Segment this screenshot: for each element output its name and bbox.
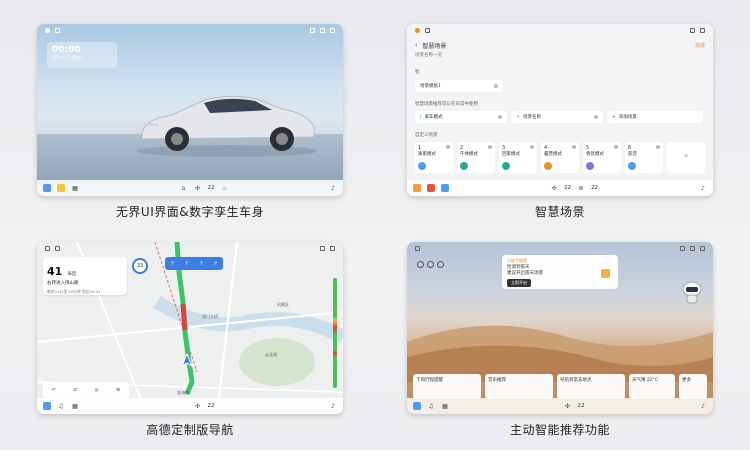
scene-tile[interactable]: 5 香氛模式 — [583, 142, 621, 173]
route-options[interactable]: ↶ ⇄ ◎ ⚙ — [43, 382, 129, 398]
app-icon[interactable] — [413, 184, 421, 192]
widget-card[interactable]: 天气晴 22°C — [629, 374, 675, 399]
exit-icon[interactable]: ↶ — [52, 388, 56, 393]
dune-shapes — [407, 325, 713, 382]
section-label: 智慧场景推荐可以在日常中使用 — [415, 102, 478, 107]
back-icon[interactable]: ‹ — [415, 42, 417, 49]
widget-card[interactable]: 导航到常去地点 — [557, 374, 625, 399]
add-scene-pill[interactable]: + 添加场景 — [607, 111, 703, 123]
assistant-robot-icon[interactable] — [681, 280, 703, 304]
clock-date: 16:00:00 星期六 — [52, 55, 84, 60]
panel-digital-twin: 00:00 16:00:00 星期六 ▦ ⌂ ✣ 22 ♨ ♪ — [37, 24, 343, 196]
temperature-left[interactable]: 22 — [208, 185, 215, 191]
volume-icon[interactable]: ♪ — [699, 403, 707, 410]
panel-smart-recommend: 小助手推荐 检测到雨天 建议开启雨天场景 立即开启 下周行程提醒 音乐推荐 导航… — [407, 242, 713, 414]
page-header: ‹ 智慧场景 — [415, 41, 446, 50]
temperature-left[interactable]: 22 — [564, 185, 571, 191]
app-icon[interactable] — [57, 184, 65, 192]
media-icon[interactable]: ♫ — [57, 403, 65, 410]
dock-bar: ♫ ▦ ✣ 22 ♪ — [407, 398, 713, 414]
scene-pill[interactable]: ☀ 场景名称 — [511, 111, 603, 123]
app-icon[interactable] — [413, 402, 421, 410]
fan-icon[interactable]: ✣ — [564, 403, 572, 410]
quick-icons — [417, 261, 444, 268]
route-icon[interactable]: ⇄ — [73, 388, 77, 393]
recommendation-card[interactable]: 小助手推荐 检测到雨天 建议开启雨天场景 立即开启 — [502, 255, 618, 289]
distance-unit: 米后 — [67, 272, 77, 277]
scene-pill[interactable]: 场景模板1 — [415, 80, 503, 92]
clock-widget[interactable]: 00:00 16:00:00 星期六 — [47, 42, 117, 68]
dock-bar: ♫ ▦ ✣ 22 ♪ — [37, 398, 343, 414]
map-label: 云龙湖 — [265, 352, 277, 357]
clock-time: 00:00 — [52, 45, 81, 55]
overview-icon[interactable]: ◎ — [95, 388, 99, 393]
app-icon[interactable] — [427, 184, 435, 192]
search-icon[interactable] — [417, 261, 424, 268]
volume-icon[interactable]: ♪ — [699, 185, 707, 192]
caption-1: 无界UI界面&数字孪生车身 — [115, 205, 265, 219]
status-bar — [37, 242, 343, 254]
recommend-line-2: 建议开启雨天场景 — [507, 271, 543, 276]
caption-2: 智慧场景 — [534, 205, 585, 219]
volume-icon[interactable]: ♪ — [329, 185, 337, 192]
widget-card[interactable]: 下周行程提醒 — [413, 374, 481, 399]
scene-tile[interactable]: 2 午休模式 — [457, 142, 495, 173]
status-bar — [37, 24, 343, 36]
status-bar — [407, 242, 713, 254]
message-icon[interactable] — [437, 261, 444, 268]
app-icon[interactable] — [43, 184, 51, 192]
app-icon[interactable] — [43, 402, 51, 410]
car-model-image[interactable] — [132, 79, 322, 159]
fan-icon[interactable]: ✣ — [194, 403, 202, 410]
lane-guidance: ↑ ↑ ↑ ↱ — [165, 257, 223, 270]
turn-distance: 41 — [47, 265, 63, 278]
caption-4: 主动智能推荐功能 — [509, 423, 610, 437]
map-label: 风景区 — [277, 302, 289, 307]
widget-card[interactable]: 更多 — [679, 374, 707, 399]
center-control-icon[interactable]: ⊛ — [577, 185, 585, 192]
fan-icon[interactable]: ✣ — [194, 185, 202, 192]
media-icon[interactable]: ♫ — [427, 403, 435, 410]
volume-icon[interactable]: ♪ — [329, 403, 337, 410]
app-icon[interactable] — [441, 184, 449, 192]
settings-icon[interactable]: ⚙ — [116, 388, 120, 393]
user-icon[interactable] — [427, 261, 434, 268]
home-icon[interactable]: ⌂ — [180, 185, 188, 192]
grid-icon[interactable]: ▦ — [441, 403, 449, 410]
trip-info: 剩余21公里 40分钟 到达20:41 — [47, 289, 101, 294]
scene-icon — [601, 269, 610, 278]
recommend-action-button[interactable]: 立即开启 — [507, 279, 531, 287]
seat-icon[interactable]: ♨ — [221, 185, 229, 192]
panel-smart-scene: ‹ 智慧场景 完成 场景名称一览 智 场景模板1 智慧场景推荐可以在日常中使用 … — [407, 24, 713, 196]
speed-limit: 33 — [132, 258, 148, 274]
scene-pill[interactable]: ʃ 离车模式 — [415, 111, 507, 123]
add-tile-button[interactable]: ⊕ — [667, 142, 705, 173]
scene-tile[interactable]: 3 回家模式 — [499, 142, 537, 173]
temperature-left[interactable]: 22 — [578, 403, 585, 409]
dock-bar: ✣ 22 ⊛ 22 ♪ — [407, 180, 713, 196]
section-label: 智 — [415, 70, 420, 75]
temperature-right[interactable]: 22 — [591, 185, 598, 191]
grid-icon[interactable]: ▦ — [71, 185, 79, 192]
scene-tile[interactable]: 6 影音 — [625, 142, 663, 173]
dock-bar: ▦ ⌂ ✣ 22 ♨ ♪ — [37, 180, 343, 196]
scene-tile[interactable]: 1 离家模式 — [415, 142, 453, 173]
caption-3: 高德定制版导航 — [146, 423, 234, 437]
scene-tile[interactable]: 4 露营模式 — [541, 142, 579, 173]
done-button[interactable]: 完成 — [695, 42, 705, 49]
fan-icon[interactable]: ✣ — [550, 185, 558, 192]
turn-guidance-card[interactable]: 41 米后 右转进入佛山路 剩余21公里 40分钟 到达20:41 — [43, 257, 127, 295]
widget-card[interactable]: 音乐推荐 — [485, 374, 553, 399]
section-label: 自定义场景 — [415, 133, 438, 138]
page-title: 智慧场景 — [422, 43, 447, 50]
grid-icon[interactable]: ▦ — [71, 403, 79, 410]
subtitle: 场景名称一览 — [415, 53, 442, 58]
map-label: 龙门大桥 — [202, 314, 218, 319]
status-bar — [407, 24, 713, 36]
traffic-bar — [333, 278, 337, 388]
temperature-left[interactable]: 22 — [208, 403, 215, 409]
map-label: 淮海路 — [177, 390, 189, 395]
road-name: 右转进入佛山路 — [47, 281, 79, 286]
panel-navigation: 41 米后 右转进入佛山路 剩余21公里 40分钟 到达20:41 33 ↑ ↑ ↑… — [37, 242, 343, 414]
